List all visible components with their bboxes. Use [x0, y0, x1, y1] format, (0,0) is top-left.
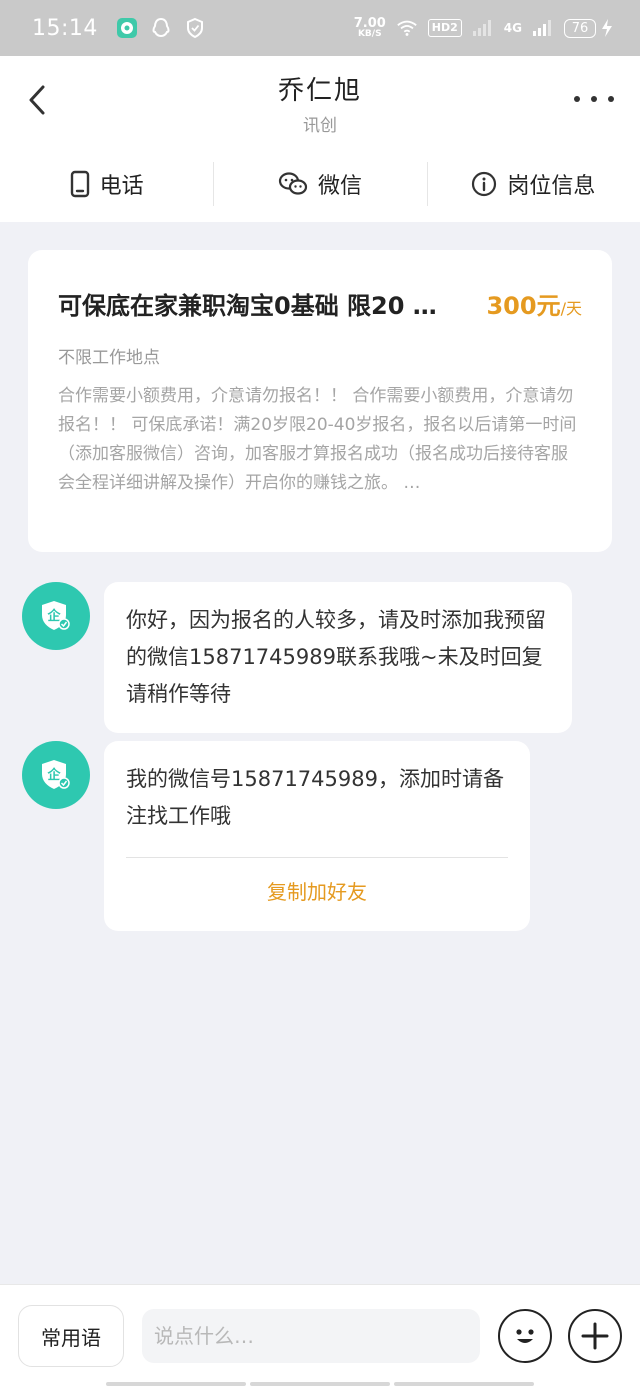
- contact-name: 乔仁旭: [277, 76, 362, 106]
- message-row: 企 你好，因为报名的人较多，请及时添加我预留的微信15871745989联系我哦…: [22, 582, 572, 733]
- enterprise-avatar[interactable]: 企: [22, 741, 90, 809]
- info-icon: [472, 171, 497, 197]
- phone-icon: [70, 170, 89, 198]
- job-info-action-label: 岗位信息: [507, 174, 596, 199]
- job-location: 不限工作地点: [58, 348, 160, 368]
- phone-action-label: 电话: [99, 174, 144, 199]
- chat-app-icon: [116, 17, 138, 39]
- wifi-icon: [396, 17, 418, 39]
- enterprise-avatar[interactable]: 企: [22, 582, 90, 650]
- emoji-icon: [516, 1329, 534, 1343]
- hd-badge: HD2: [427, 19, 462, 37]
- message-bubble: 你好，因为报名的人较多，请及时添加我预留的微信15871745989联系我哦~未…: [104, 582, 572, 733]
- wechat-action-label: 微信: [317, 174, 362, 199]
- action-bar: 电话 微信 岗位信息: [0, 146, 640, 222]
- battery-level: 76: [564, 18, 596, 38]
- charging-icon: [596, 17, 618, 39]
- plus-button[interactable]: [568, 1309, 622, 1363]
- job-info-action[interactable]: 岗位信息: [426, 162, 640, 206]
- signal-strength-icon: [532, 17, 554, 39]
- copy-add-friend-button[interactable]: 复制加好友: [126, 874, 508, 911]
- more-dot-icon: [591, 96, 597, 102]
- job-description: 合作需要小额费用，介意请勿报名！！ 合作需要小额费用，介意请勿报名！！ 可保底承…: [58, 386, 577, 493]
- job-salary: 300元/天: [486, 286, 582, 321]
- home-indicator-segment: [394, 1382, 534, 1386]
- job-card[interactable]: 可保底在家兼职淘宝0基础 限20 … 300元/天 不限工作地点 合作需要小额费…: [28, 250, 612, 552]
- more-dot-icon: [574, 96, 580, 102]
- job-title: 可保底在家兼职淘宝0基础 限20 …: [58, 292, 437, 320]
- home-indicator-segment: [250, 1382, 390, 1386]
- wechat-icon: [278, 172, 308, 195]
- common-phrases-button[interactable]: 常用语: [18, 1305, 124, 1367]
- message-row: 企 我的微信号15871745989，添加时请备注找工作哦 复制加好友: [22, 741, 530, 931]
- message-text: 我的微信号15871745989，添加时请备注找工作哦: [126, 767, 504, 828]
- plus-icon: [581, 1322, 609, 1350]
- bubble-divider: [126, 857, 508, 858]
- input-bar: 常用语: [0, 1284, 640, 1387]
- network-type: 4G: [503, 21, 522, 35]
- message-bubble-with-action: 我的微信号15871745989，添加时请备注找工作哦 复制加好友: [104, 741, 530, 931]
- battery: 76: [564, 17, 618, 39]
- emoji-button[interactable]: [498, 1309, 552, 1363]
- chat-header: 乔仁旭 讯创: [0, 56, 640, 146]
- status-time: 15:14: [32, 15, 98, 41]
- home-indicator: [106, 1382, 534, 1386]
- qq-icon: [150, 17, 172, 39]
- signal-icon: [472, 17, 494, 39]
- job-salary-unit: /天: [560, 299, 582, 318]
- status-bar: 15:14 7.00 KB/S HD2 4G 76: [0, 0, 640, 56]
- title-block: 乔仁旭 讯创: [0, 70, 640, 136]
- more-dot-icon: [608, 96, 614, 102]
- job-salary-amount: 300元: [486, 292, 561, 320]
- message-input[interactable]: [142, 1309, 480, 1363]
- company-name: 讯创: [303, 116, 337, 136]
- wechat-action[interactable]: 微信: [213, 162, 426, 206]
- more-options-button[interactable]: [574, 86, 614, 112]
- enterprise-shield-icon: 企: [42, 601, 70, 630]
- net-speed-unit: KB/S: [357, 29, 382, 39]
- home-indicator-segment: [106, 1382, 246, 1386]
- enterprise-shield-icon: 企: [42, 760, 70, 789]
- phone-action[interactable]: 电话: [0, 162, 213, 206]
- shield-icon: [184, 17, 206, 39]
- net-speed: 7.00 KB/S: [354, 17, 386, 39]
